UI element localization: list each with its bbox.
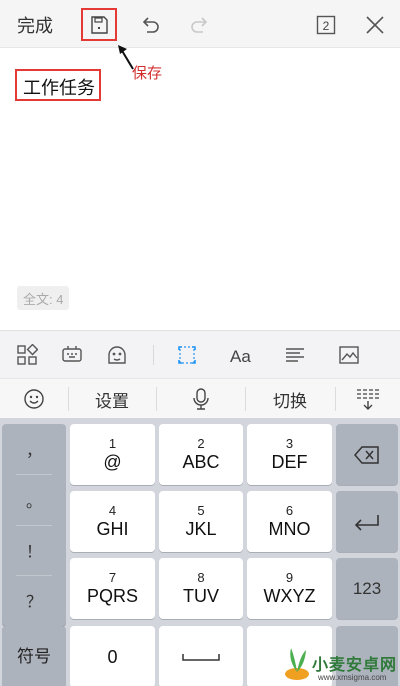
undo-button[interactable] [133,9,167,41]
key-0[interactable]: 0 [70,626,155,686]
collapse-keyboard-icon [356,389,379,410]
key-zero-label: 0 [107,647,118,667]
key-letters: @ [103,452,122,472]
emoji-face-icon [108,346,126,364]
emoji-face-button[interactable] [105,343,129,367]
align-icon [286,348,304,362]
smiley-icon [24,389,44,409]
key-6[interactable]: 6 MNO [247,491,332,552]
key-number: 3 [285,436,294,451]
key-letters: GHI [96,519,129,539]
key-8[interactable]: 8 TUV [159,558,243,619]
t9-keyboard: ， 。 ！ ？ 1 @ 2 ABC 3 DEF 4 GHI 5 JKL 6 MN… [0,418,400,686]
page-count-button[interactable]: 2 [309,9,343,41]
key-letters: DEF [271,452,308,472]
ime-tool-row: Aa [0,330,400,378]
watermark-text: 小麦安卓网 [312,657,398,674]
punct-question-key[interactable]: ？ [2,575,66,625]
space-key[interactable] [159,626,243,686]
svg-text:Aa: Aa [230,347,251,366]
save-icon [91,15,108,34]
key-5[interactable]: 5 JKL [159,491,243,552]
enter-key[interactable] [336,491,398,552]
backspace-key[interactable] [336,424,398,485]
font-size-icon: Aa [230,347,251,366]
key-number: 5 [197,503,205,518]
key-number: 8 [197,570,205,585]
key-number: 1 [108,436,117,451]
key-letters: MNO [268,519,311,539]
key-number: 4 [108,503,117,518]
numeric-mode-key[interactable]: 123 [336,558,398,619]
align-button[interactable] [283,343,307,367]
apps-grid-button[interactable] [15,343,39,367]
crop-select-icon [178,346,196,364]
key-number: 6 [285,503,294,518]
key-letters: TUV [183,586,219,606]
emoji-button[interactable] [0,379,68,419]
microphone-icon [192,388,209,410]
space-icon [182,654,220,661]
key-letters: ABC [182,452,220,472]
punct-comma-key[interactable]: ， [2,424,66,474]
symbols-label: 符号 [17,647,51,666]
ime-function-bar: 设置 切换 [0,378,400,418]
punctuation-column: ， 。 ！ ？ [2,424,66,626]
key-number: 7 [108,570,117,585]
editor-toolbar: 完成 2 [0,0,400,48]
key-7[interactable]: 7 PQRS [70,558,155,619]
save-button[interactable] [81,8,117,41]
undo-icon [142,17,159,33]
enter-icon [354,514,379,531]
image-button[interactable] [337,343,361,367]
font-size-button[interactable]: Aa [229,343,253,367]
done-button[interactable]: 完成 [17,12,53,38]
page-count-icon: 2 [316,15,336,35]
key-letters: PQRS [86,586,138,606]
watermark-url: www.xmsigma.com [318,673,387,682]
numeric-mode-label: 123 [352,578,382,598]
key-9[interactable]: 9 WXYZ [247,558,332,619]
crop-select-button[interactable] [175,343,199,367]
punct-period-key[interactable]: 。 [2,475,66,525]
watermark-logo-icon [285,648,309,680]
backspace-icon [354,445,379,464]
key-number: 2 [197,436,205,451]
punct-exclaim-key[interactable]: ！ [2,525,66,575]
collapse-keyboard-button[interactable] [335,379,400,419]
key-3[interactable]: 3 DEF [247,424,332,485]
settings-button[interactable]: 设置 [68,379,156,419]
document-title[interactable]: 工作任务 [15,69,101,101]
key-2[interactable]: 2 ABC [159,424,243,485]
key-letters: JKL [185,519,217,539]
keyboard-robot-button[interactable] [60,343,84,367]
apps-grid-icon [17,344,38,365]
symbols-key[interactable]: 符号 [2,626,66,686]
switch-button[interactable]: 切换 [245,379,335,419]
redo-button[interactable] [183,9,217,41]
redo-icon [191,17,208,33]
close-icon [366,16,384,34]
keyboard-robot-icon [62,346,82,362]
image-icon [339,346,359,364]
page-count-value: 2 [323,19,330,33]
voice-input-button[interactable] [156,379,245,419]
key-4[interactable]: 4 GHI [70,491,155,552]
tool-separator [153,345,154,365]
close-button[interactable] [358,9,392,41]
key-1[interactable]: 1 @ [70,424,155,485]
word-count-badge: 全文: 4 [17,286,70,310]
save-annotation-label: 保存 [132,65,163,82]
key-letters: WXYZ [263,586,316,606]
key-number: 9 [285,570,294,585]
